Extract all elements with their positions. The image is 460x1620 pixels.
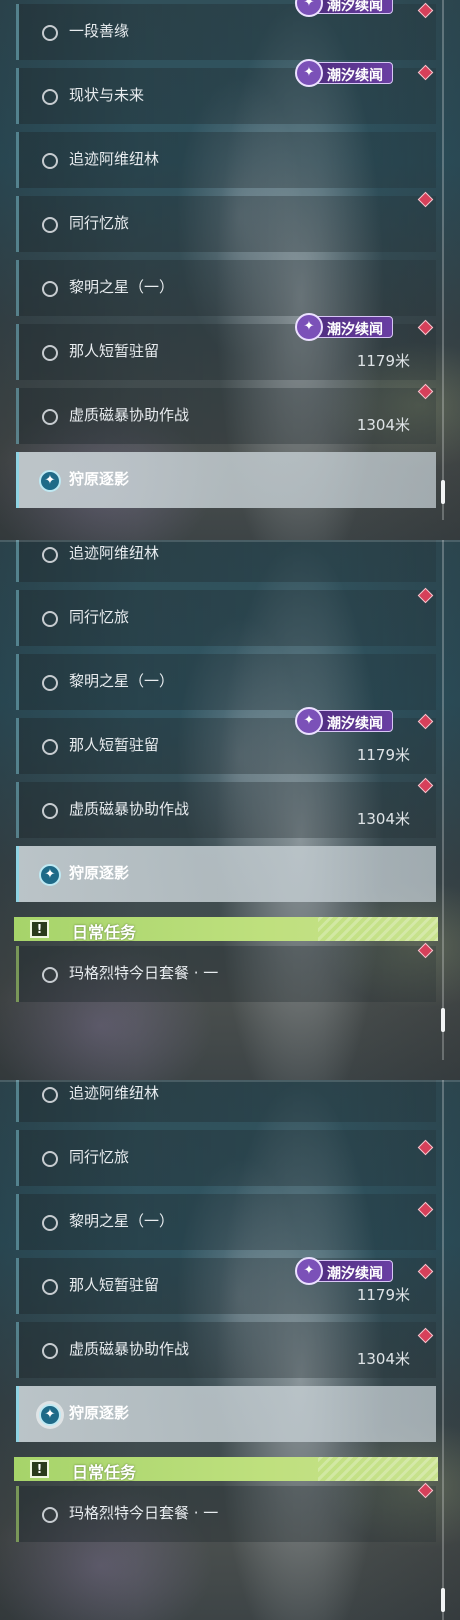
scrollbar-thumb[interactable] xyxy=(441,480,445,504)
untracked-circle-icon xyxy=(42,1279,58,1295)
tracked-quest-icon: ✦ xyxy=(39,1404,61,1426)
quest-label: 追迹阿维纽林 xyxy=(69,544,160,562)
scrollbar-track[interactable] xyxy=(442,0,444,520)
quest-item-void-storm[interactable]: 虚质磁暴协助作战 1304米 xyxy=(16,388,436,444)
daily-quest-header[interactable]: ! 日常任务 xyxy=(14,1457,438,1482)
quest-label: 那人短暂驻留 xyxy=(69,736,160,754)
quest-item-travel-memory[interactable]: 同行忆旅 xyxy=(16,196,436,252)
daily-quest-header[interactable]: ! 日常任务 xyxy=(14,917,438,942)
quest-item-hunt-shadow-tracked[interactable]: ✦ 狩原逐影 xyxy=(16,452,436,508)
quest-item-trace-avi[interactable]: 追迹阿维纽林 xyxy=(16,132,436,188)
quest-label: 追迹阿维纽林 xyxy=(69,150,160,168)
distance-label: 1179米 xyxy=(356,746,410,764)
untracked-circle-icon xyxy=(42,967,58,983)
quest-label: 同行忆旅 xyxy=(69,214,130,232)
tide-event-icon: ✦ xyxy=(295,1257,323,1285)
header-decoration xyxy=(318,917,438,941)
tide-event-icon: ✦ xyxy=(295,313,323,341)
tide-event-icon: ✦ xyxy=(295,59,323,87)
quest-list-panel-3: 追迹阿维纽林 同行忆旅 黎明之星（一） ✦ 潮汐续闻 那人短暂驻留 1179米 … xyxy=(0,1080,460,1620)
untracked-circle-icon xyxy=(42,611,58,627)
untracked-circle-icon xyxy=(42,1343,58,1359)
tide-event-badge: ✦ 潮汐续闻 xyxy=(295,313,393,341)
tide-event-badge: ✦ 潮汐续闻 xyxy=(295,1257,393,1285)
tracked-quest-icon: ✦ xyxy=(39,470,61,492)
scrollbar-thumb[interactable] xyxy=(441,1588,445,1612)
quest-label: 狩原逐影 xyxy=(69,470,130,488)
untracked-circle-icon xyxy=(42,1215,58,1231)
quest-item-hunt-shadow-tracked[interactable]: ✦ 狩原逐影 xyxy=(16,1386,436,1442)
panel-divider xyxy=(0,540,460,542)
untracked-circle-icon xyxy=(42,547,58,563)
untracked-circle-icon xyxy=(42,803,58,819)
quest-list-panel-1: ✦ 潮汐续闻 一段善缘 ✦ 潮汐续闻 现状与未来 追迹阿维纽林 同行忆旅 黎明之… xyxy=(0,0,460,540)
quest-label: 追迹阿维纽林 xyxy=(69,1084,160,1102)
untracked-circle-icon xyxy=(42,25,58,41)
quest-label: 那人短暂驻留 xyxy=(69,1276,160,1294)
untracked-circle-icon xyxy=(42,89,58,105)
distance-label: 1304米 xyxy=(356,810,410,828)
untracked-circle-icon xyxy=(42,1507,58,1523)
untracked-circle-icon xyxy=(42,1087,58,1103)
quest-item-dawn-star[interactable]: 黎明之星（一） xyxy=(16,260,436,316)
untracked-circle-icon xyxy=(42,1151,58,1167)
untracked-circle-icon xyxy=(42,739,58,755)
quest-item-travel-memory[interactable]: 同行忆旅 xyxy=(16,590,436,646)
quest-label: 狩原逐影 xyxy=(69,1404,130,1422)
quest-label: 同行忆旅 xyxy=(69,1148,130,1166)
quest-label: 玛格烈特今日套餐 · 一 xyxy=(69,964,219,982)
untracked-circle-icon xyxy=(42,345,58,361)
scrollbar-track[interactable] xyxy=(442,540,444,1060)
tide-event-badge: ✦ 潮汐续闻 xyxy=(295,0,393,17)
quest-label: 狩原逐影 xyxy=(69,864,130,882)
quest-item-margaret-meal[interactable]: 玛格烈特今日套餐 · 一 xyxy=(16,1486,436,1542)
quest-label: 黎明之星（一） xyxy=(69,672,175,690)
quest-label: 那人短暂驻留 xyxy=(69,342,160,360)
quest-label: 虚质磁暴协助作战 xyxy=(69,406,190,424)
untracked-circle-icon xyxy=(42,281,58,297)
untracked-circle-icon xyxy=(42,409,58,425)
tracked-quest-icon: ✦ xyxy=(39,864,61,886)
panel-divider xyxy=(0,1080,460,1082)
distance-label: 1179米 xyxy=(356,352,410,370)
tide-event-badge: ✦ 潮汐续闻 xyxy=(295,59,393,87)
tide-event-icon: ✦ xyxy=(295,707,323,735)
quest-label: 同行忆旅 xyxy=(69,608,130,626)
scrollbar-track[interactable] xyxy=(442,1080,444,1620)
quest-label: 黎明之星（一） xyxy=(69,1212,175,1230)
quest-item-trace-avi[interactable]: 追迹阿维纽林 xyxy=(16,1080,436,1122)
quest-item-travel-memory[interactable]: 同行忆旅 xyxy=(16,1130,436,1186)
distance-label: 1304米 xyxy=(356,1350,410,1368)
quest-label: 玛格烈特今日套餐 · 一 xyxy=(69,1504,219,1522)
quest-item-void-storm[interactable]: 虚质磁暴协助作战 1304米 xyxy=(16,782,436,838)
exclamation-icon: ! xyxy=(30,1460,49,1478)
tide-event-badge: ✦ 潮汐续闻 xyxy=(295,707,393,735)
quest-label: 虚质磁暴协助作战 xyxy=(69,800,190,818)
quest-label: 黎明之星（一） xyxy=(69,278,175,296)
scrollbar-thumb[interactable] xyxy=(441,1008,445,1032)
exclamation-icon: ! xyxy=(30,920,49,938)
untracked-circle-icon xyxy=(42,217,58,233)
quest-item-void-storm[interactable]: 虚质磁暴协助作战 1304米 xyxy=(16,1322,436,1378)
quest-item-hunt-shadow-tracked[interactable]: ✦ 狩原逐影 xyxy=(16,846,436,902)
quest-label: 虚质磁暴协助作战 xyxy=(69,1340,190,1358)
section-title: 日常任务 xyxy=(72,923,137,942)
untracked-circle-icon xyxy=(42,153,58,169)
header-decoration xyxy=(318,1457,438,1481)
quest-label: 一段善缘 xyxy=(69,22,130,40)
distance-label: 1179米 xyxy=(356,1286,410,1304)
section-title: 日常任务 xyxy=(72,1463,137,1482)
quest-item-trace-avi[interactable]: 追迹阿维纽林 xyxy=(16,540,436,582)
quest-item-margaret-meal[interactable]: 玛格烈特今日套餐 · 一 xyxy=(16,946,436,1002)
quest-list-panel-2: 追迹阿维纽林 同行忆旅 黎明之星（一） ✦ 潮汐续闻 那人短暂驻留 1179米 … xyxy=(0,540,460,1080)
quest-item-dawn-star[interactable]: 黎明之星（一） xyxy=(16,1194,436,1250)
distance-label: 1304米 xyxy=(356,416,410,434)
quest-item-dawn-star[interactable]: 黎明之星（一） xyxy=(16,654,436,710)
quest-label: 现状与未来 xyxy=(69,86,145,104)
untracked-circle-icon xyxy=(42,675,58,691)
